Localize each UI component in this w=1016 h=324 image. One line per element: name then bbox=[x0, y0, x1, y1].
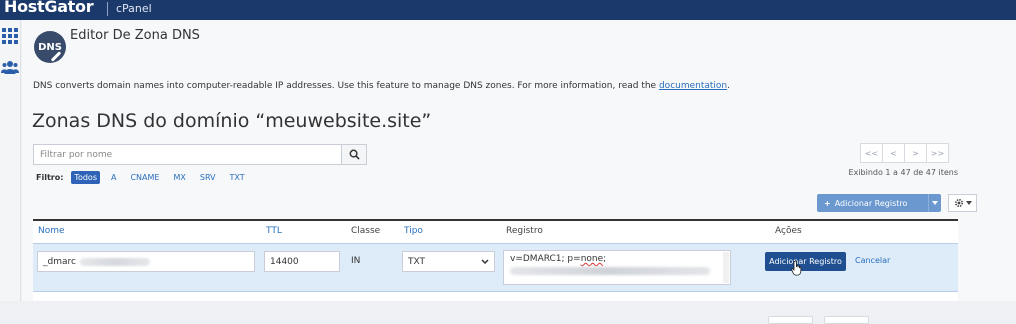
dns-records-table: Nome TTL Classe Tipo Registro Ações _dma… bbox=[33, 219, 958, 301]
row-action-button[interactable] bbox=[824, 316, 869, 324]
prev-page-button[interactable]: < bbox=[882, 143, 905, 163]
add-record-submit-button[interactable]: Adicionar Registro bbox=[765, 252, 846, 271]
textarea-scrollbar[interactable] bbox=[723, 252, 729, 283]
class-value: IN bbox=[351, 256, 361, 266]
blurred-domain bbox=[79, 257, 150, 266]
column-record: Registro bbox=[506, 226, 543, 236]
filter-option-a[interactable]: A bbox=[108, 171, 119, 184]
brand-divider bbox=[107, 2, 108, 16]
record-suffix: ; bbox=[603, 254, 607, 264]
filter-label: Filtro: bbox=[36, 172, 64, 182]
dns-icon: DNS bbox=[34, 31, 66, 63]
name-field[interactable]: _dmarc bbox=[37, 251, 255, 272]
first-page-button[interactable]: << bbox=[860, 143, 883, 163]
record-prefix: v=DMARC1; p= bbox=[510, 254, 581, 264]
last-page-button[interactable]: >> bbox=[926, 143, 949, 163]
record-textarea[interactable]: v=DMARC1; p=none; bbox=[503, 250, 731, 285]
search-input[interactable] bbox=[34, 145, 342, 164]
main-content: DNS Editor De Zona DNS DNS converts doma… bbox=[22, 20, 1016, 324]
filter-option-todos[interactable]: Todos bbox=[71, 170, 100, 184]
add-record-dropdown[interactable] bbox=[928, 194, 941, 212]
hostgator-logo[interactable]: HostGator bbox=[4, 0, 94, 16]
documentation-link[interactable]: documentation bbox=[659, 81, 727, 91]
description-end: . bbox=[727, 81, 731, 91]
apps-grid-icon[interactable] bbox=[1, 27, 19, 45]
column-class: Classe bbox=[351, 226, 381, 236]
type-value: TXT bbox=[408, 256, 426, 267]
filter-option-srv[interactable]: SRV bbox=[197, 171, 219, 184]
name-value: _dmarc bbox=[43, 256, 76, 267]
filter-option-cname[interactable]: CNAME bbox=[127, 171, 162, 184]
type-select[interactable]: TXT bbox=[402, 251, 495, 272]
column-type[interactable]: Tipo bbox=[404, 226, 423, 236]
plus-icon: + bbox=[824, 198, 831, 208]
page-title: Editor De Zona DNS bbox=[70, 28, 200, 43]
filter-option-txt[interactable]: TXT bbox=[227, 171, 248, 184]
description-text: DNS converts domain names into computer-… bbox=[33, 81, 659, 91]
zone-heading: Zonas DNS do domínio “meuwebsite.site” bbox=[32, 110, 432, 132]
cpanel-label: cPanel bbox=[116, 2, 152, 15]
hand-cursor-icon bbox=[791, 260, 802, 276]
search-button[interactable] bbox=[341, 145, 366, 164]
settings-dropdown[interactable] bbox=[948, 194, 977, 212]
gear-icon bbox=[954, 198, 963, 208]
search-box bbox=[33, 144, 367, 165]
type-filter: Filtro: Todos A CNAME MX SRV TXT bbox=[36, 170, 248, 184]
blurred-record bbox=[510, 267, 710, 275]
pagination: << < > >> bbox=[860, 143, 949, 163]
left-rail bbox=[0, 20, 21, 301]
top-bar: HostGator cPanel bbox=[0, 0, 1016, 20]
search-icon bbox=[349, 149, 360, 160]
users-icon[interactable] bbox=[1, 58, 19, 76]
chevron-down-icon bbox=[481, 258, 489, 264]
column-actions: Ações bbox=[775, 226, 802, 236]
row-action-button[interactable] bbox=[768, 316, 813, 324]
column-name[interactable]: Nome bbox=[38, 226, 65, 236]
ttl-field[interactable]: 14400 bbox=[264, 251, 340, 272]
column-ttl[interactable]: TTL bbox=[266, 226, 282, 236]
record-policy: none bbox=[580, 254, 604, 264]
page-description: DNS converts domain names into computer-… bbox=[33, 81, 730, 91]
cancel-link[interactable]: Cancelar bbox=[855, 256, 890, 265]
next-page-button[interactable]: > bbox=[904, 143, 927, 163]
ttl-value: 14400 bbox=[270, 256, 299, 267]
filter-option-mx[interactable]: MX bbox=[170, 171, 188, 184]
add-record-button[interactable]: + Adicionar Registro bbox=[817, 194, 928, 212]
caret-down-icon bbox=[932, 201, 938, 205]
add-record-label: Adicionar Registro bbox=[834, 198, 908, 208]
dns-badge-text: DNS bbox=[38, 41, 62, 53]
edit-record-row: _dmarc 14400 IN TXT v=DMARC1; p=none; Ad… bbox=[33, 243, 958, 292]
caret-down-icon bbox=[965, 201, 972, 205]
pagination-status: Exibindo 1 a 47 de 47 itens bbox=[848, 168, 958, 177]
